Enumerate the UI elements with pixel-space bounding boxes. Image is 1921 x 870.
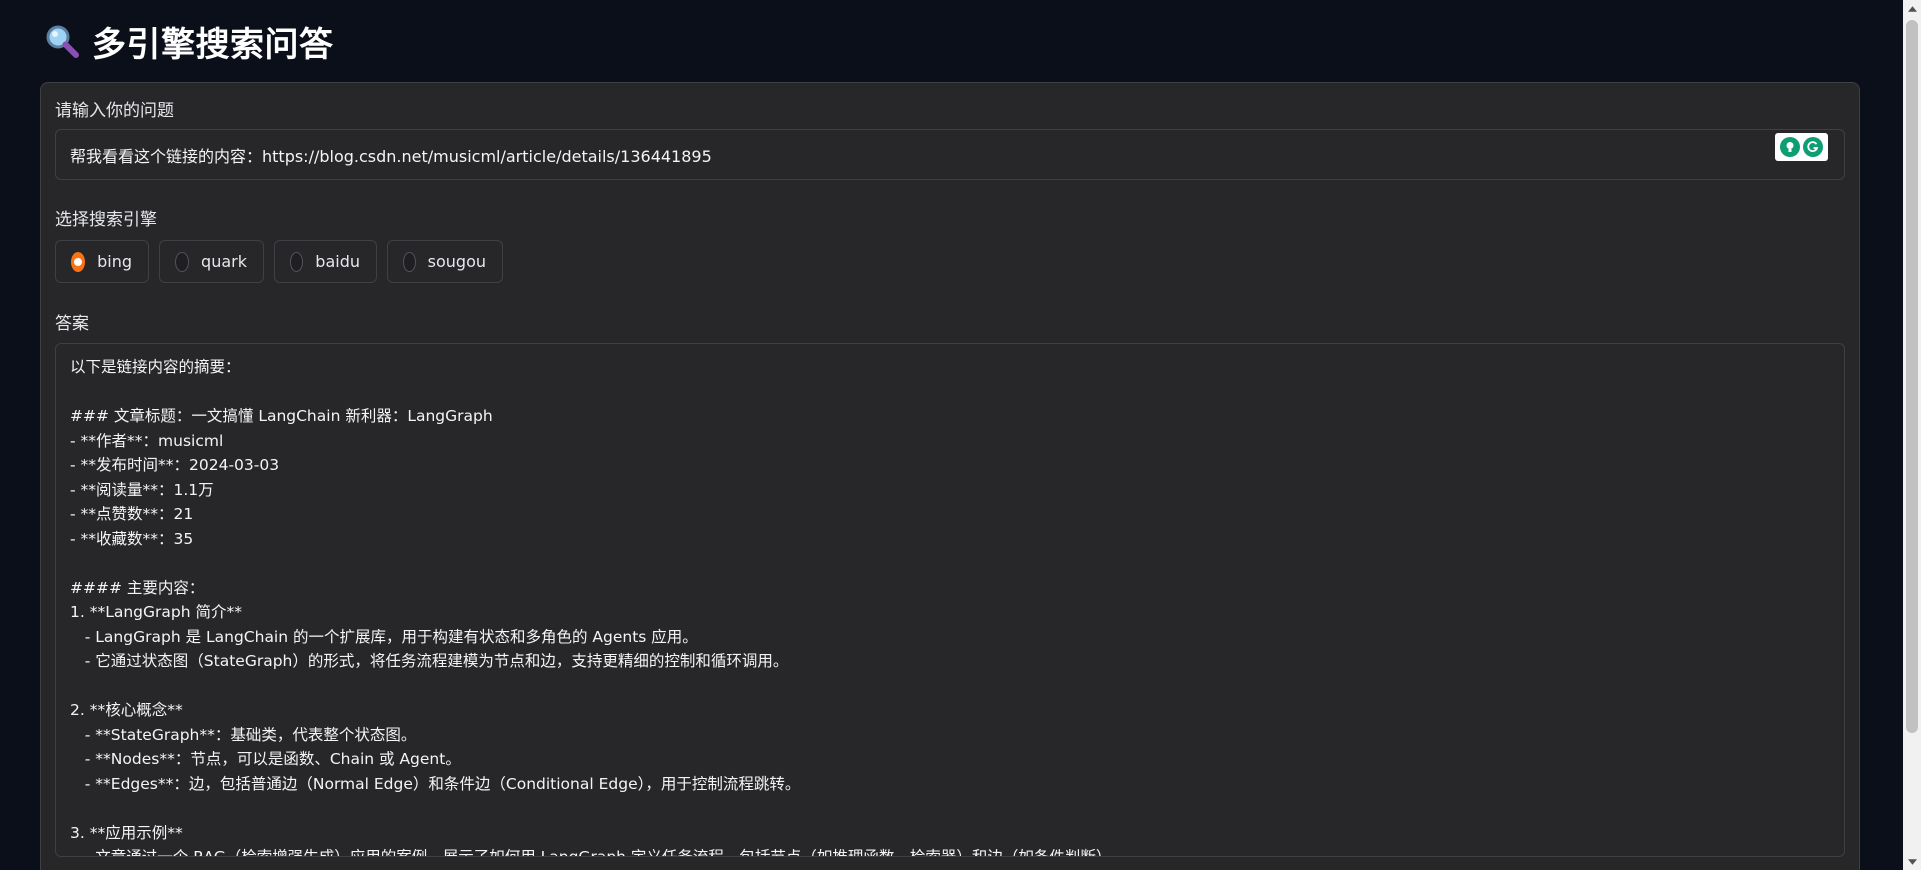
question-input[interactable]: 帮我看看这个链接的内容：https://blog.csdn.net/musicm…	[55, 129, 1845, 180]
engine-option-label: quark	[201, 252, 247, 271]
answer-line: 以下是链接内容的摘要：	[70, 358, 241, 376]
engine-option-label: bing	[97, 252, 132, 271]
engine-option-label: baidu	[315, 252, 360, 271]
app-page: 多引擎搜索问答 请输入你的问题 帮我看看这个链接的内容：https://blog…	[0, 0, 1921, 870]
answer-line: - **Nodes**：节点，可以是函数、Chain 或 Agent。	[70, 750, 461, 768]
engine-option-baidu[interactable]: baidu	[274, 240, 377, 283]
answer-output[interactable]: 以下是链接内容的摘要： ### 文章标题：一文搞懂 LangChain 新利器：…	[55, 343, 1845, 857]
answer-line: - **作者**：musicml	[70, 431, 224, 450]
radio-indicator[interactable]	[175, 251, 190, 272]
engine-option-bing[interactable]: bing	[55, 240, 149, 283]
radio-indicator[interactable]	[290, 251, 304, 272]
grammarly-icon[interactable]	[1802, 137, 1823, 157]
answer-line: 3. **应用示例**	[70, 823, 183, 842]
scrollbar-thumb[interactable]	[1906, 20, 1918, 733]
radio-indicator[interactable]	[71, 251, 86, 272]
answer-label: 答案	[55, 314, 89, 334]
lightbulb-icon[interactable]	[1780, 137, 1801, 157]
engine-option-label: sougou	[427, 252, 486, 271]
answer-line: - 它通过状态图（StateGraph）的形式，将任务流程建模为节点和边，支持更…	[70, 652, 789, 670]
engine-option-quark[interactable]: quark	[159, 240, 264, 283]
answer-line: - 文章通过一个 RAG（检索增强生成）应用的案例，展示了如何用 LangGra…	[70, 848, 1120, 857]
answer-line: - **Edges**：边，包括普通边（Normal Edge）和条件边（Con…	[70, 774, 801, 793]
answer-line: 1. **LangGraph 简介**	[70, 603, 242, 621]
browser-extension-badge[interactable]	[1775, 133, 1828, 161]
page-scrollbar[interactable]	[1903, 0, 1921, 870]
scroll-down-arrow-icon[interactable]	[1903, 853, 1921, 870]
answer-line	[70, 674, 1830, 699]
answer-line: - **StateGraph**：基础类，代表整个状态图。	[70, 725, 417, 744]
answer-line: #### 主要内容：	[70, 578, 205, 597]
engine-option-sougou[interactable]: sougou	[387, 240, 503, 283]
answer-line: ### 文章标题：一文搞懂 LangChain 新利器：LangGraph	[70, 407, 493, 425]
answer-line: - **发布时间**：2024-03-03	[70, 456, 280, 474]
magnifier-icon	[44, 23, 80, 59]
scroll-up-arrow-icon[interactable]	[1903, 0, 1921, 17]
page-header: 多引擎搜索问答	[44, 18, 334, 65]
question-input-value: 帮我看看这个链接的内容：https://blog.csdn.net/musicm…	[70, 146, 712, 166]
page-title: 多引擎搜索问答	[92, 24, 334, 65]
answer-line: - **收藏数**：35	[70, 529, 194, 548]
answer-line	[70, 551, 1830, 576]
answer-line	[70, 796, 1830, 821]
answer-line: - LangGraph 是 LangChain 的一个扩展库，用于构建有状态和多…	[70, 627, 698, 646]
engine-label: 选择搜索引擎	[55, 210, 157, 230]
search-engine-radio-group: bing quark baidu sougou	[55, 240, 503, 283]
question-label: 请输入你的问题	[55, 101, 174, 121]
answer-line: 2. **核心概念**	[70, 701, 183, 719]
answer-line	[70, 380, 1830, 405]
answer-line: - **阅读量**：1.1万	[70, 480, 214, 499]
radio-indicator[interactable]	[403, 251, 416, 272]
answer-line: - **点赞数**：21	[70, 505, 194, 523]
